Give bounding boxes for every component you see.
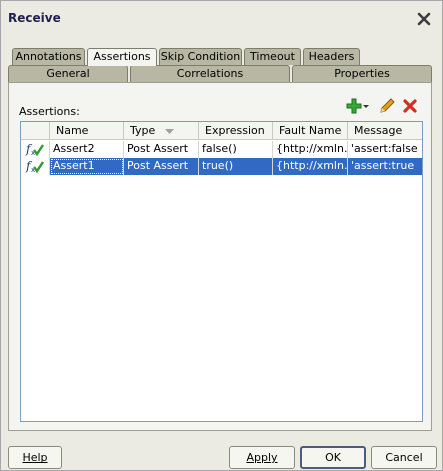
function-check-icon: f x: [21, 141, 50, 158]
pencil-icon[interactable]: [378, 97, 396, 115]
cell-message: 'assert:true: [348, 158, 422, 175]
table-row[interactable]: f x Assert2 Post Assert false() {http://…: [21, 141, 422, 158]
column-header-type-label: Type: [130, 124, 156, 137]
help-button-label: Help: [22, 451, 48, 464]
delete-icon[interactable]: [401, 97, 419, 115]
close-icon[interactable]: [415, 10, 433, 28]
cell-name: Assert2: [50, 141, 124, 158]
assertions-table[interactable]: Name Type Expression Fault Name Message …: [20, 121, 423, 422]
dialog-title: Receive: [8, 11, 61, 25]
table-row-selected[interactable]: f x Assert1 Post Assert true() {http://x…: [21, 158, 422, 175]
help-button[interactable]: Help: [8, 446, 62, 469]
cell-message: 'assert:false: [351, 142, 418, 155]
apply-button-label: Apply: [246, 451, 278, 464]
receive-dialog: Receive Annotations Assertions Skip Cond…: [0, 0, 443, 471]
cell-expression: true(): [199, 158, 273, 175]
tab-timeout[interactable]: Timeout: [244, 48, 301, 65]
tab-properties[interactable]: Properties: [292, 65, 432, 82]
cell-type: Post Assert: [124, 141, 199, 158]
assertions-panel: Assertions: Name Type Expression Fault N…: [8, 82, 432, 431]
cell-type: Post Assert: [124, 158, 199, 175]
dropdown-arrow-icon[interactable]: [362, 97, 370, 115]
column-header-type[interactable]: Type: [124, 122, 199, 140]
function-check-icon: f x: [21, 158, 50, 175]
column-header-fault-name[interactable]: Fault Name: [273, 122, 348, 140]
title-bar: Receive: [1, 1, 442, 37]
cell-fault-name: {http://xmln...: [273, 141, 348, 158]
cell-fault-name: {http://xmln...: [273, 158, 348, 175]
cell-name: Assert1: [50, 158, 124, 175]
column-header-name[interactable]: Name: [50, 122, 124, 140]
assertions-section-label: Assertions:: [19, 105, 80, 118]
cell-expression: false(): [199, 141, 273, 158]
add-icon[interactable]: [345, 97, 363, 115]
tab-assertions[interactable]: Assertions: [87, 48, 157, 66]
cancel-button[interactable]: Cancel: [371, 446, 437, 469]
apply-button[interactable]: Apply: [229, 446, 295, 469]
column-header-icon: [21, 122, 50, 140]
sort-arrow-icon: [164, 123, 174, 140]
tab-skip-condition[interactable]: Skip Condition: [159, 48, 242, 65]
tab-headers[interactable]: Headers: [303, 48, 360, 65]
tab-general[interactable]: General: [8, 65, 128, 82]
column-header-message[interactable]: Message: [348, 122, 422, 140]
table-header: Name Type Expression Fault Name Message: [21, 122, 422, 140]
tab-annotations[interactable]: Annotations: [12, 48, 85, 65]
tab-correlations[interactable]: Correlations: [130, 65, 290, 82]
ok-button[interactable]: OK: [300, 446, 366, 469]
column-header-expression[interactable]: Expression: [199, 122, 273, 140]
